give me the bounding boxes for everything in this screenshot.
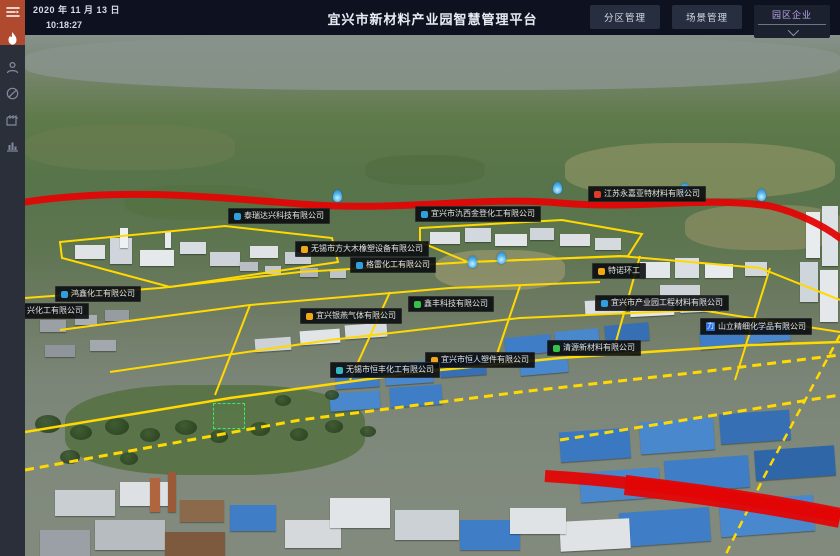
company-marker-icon bbox=[414, 301, 421, 308]
company-marker-icon bbox=[356, 262, 363, 269]
company-marker-icon bbox=[61, 291, 68, 298]
company-marker-icon bbox=[336, 367, 343, 374]
globe-icon[interactable] bbox=[0, 83, 25, 103]
company-label[interactable]: 力山立精细化学品有限公司 bbox=[700, 318, 812, 335]
company-marker-icon bbox=[598, 268, 605, 275]
gas-flame-marker[interactable] bbox=[497, 252, 506, 264]
company-label-text: 兴化工有限公司 bbox=[27, 307, 83, 315]
company-label[interactable]: 清源新材料有限公司 bbox=[547, 340, 641, 356]
sidebar bbox=[0, 0, 25, 556]
bar-chart-icon[interactable] bbox=[0, 135, 25, 155]
selection-rectangle[interactable] bbox=[213, 403, 245, 429]
company-marker-icon bbox=[234, 213, 241, 220]
company-label[interactable]: 宜兴市产业园工程材料有限公司 bbox=[595, 295, 729, 311]
company-label-text: 山立精细化学品有限公司 bbox=[718, 323, 806, 331]
company-marker-icon bbox=[306, 313, 313, 320]
park-enterprise-dropdown[interactable]: 园区企业 bbox=[754, 5, 830, 38]
company-label[interactable]: 泰瑞达兴科技有限公司 bbox=[228, 208, 330, 224]
company-label[interactable]: 特诺环工 bbox=[592, 263, 646, 279]
company-label[interactable]: 宜兴银燕气体有限公司 bbox=[300, 308, 402, 324]
company-label[interactable]: 无锡市方大木橡塑设备有限公司 bbox=[295, 241, 429, 257]
company-label[interactable]: 格雷化工有限公司 bbox=[350, 257, 436, 273]
gas-flame-marker[interactable] bbox=[468, 256, 477, 268]
company-label-text: 鸿鑫化工有限公司 bbox=[71, 290, 135, 298]
scene-manage-button[interactable]: 场景管理 bbox=[672, 5, 742, 29]
company-label[interactable]: 宜兴市氿西金登化工有限公司 bbox=[415, 206, 541, 222]
company-label[interactable]: 无锡市恒丰化工有限公司 bbox=[330, 362, 440, 378]
flame-icon[interactable] bbox=[0, 29, 25, 49]
top-header: 2020 年 11 月 13 日 10:18:27 宜兴市新材料产业园智慧管理平… bbox=[25, 0, 840, 35]
company-label[interactable]: 宜兴市恒人塑件有限公司 bbox=[425, 352, 535, 368]
company-label-text: 宜兴市氿西金登化工有限公司 bbox=[431, 210, 535, 218]
map-3d-view[interactable]: 泰瑞达兴科技有限公司 宜兴市氿西金登化工有限公司 江苏永嘉亚特材料有限公司无锡市方大… bbox=[25, 35, 840, 556]
company-label-text: 清源新材料有限公司 bbox=[563, 344, 635, 352]
company-marker-icon bbox=[601, 300, 608, 307]
company-label[interactable]: 江苏永嘉亚特材料有限公司 bbox=[588, 186, 706, 202]
company-label-text: 特诺环工 bbox=[608, 267, 640, 275]
company-label-text: 无锡市恒丰化工有限公司 bbox=[346, 366, 434, 374]
company-logo-icon: 力 bbox=[706, 322, 715, 331]
company-label-text: 江苏永嘉亚特材料有限公司 bbox=[604, 190, 700, 198]
company-label[interactable]: 兴化工有限公司 bbox=[25, 303, 89, 319]
zone-manage-button[interactable]: 分区管理 bbox=[590, 5, 660, 29]
gas-flame-marker[interactable] bbox=[757, 189, 766, 201]
menu-icon[interactable] bbox=[0, 2, 25, 22]
company-label-text: 宜兴市产业园工程材料有限公司 bbox=[611, 299, 723, 307]
chevron-down-icon bbox=[788, 25, 799, 36]
company-label-text: 泰瑞达兴科技有限公司 bbox=[244, 212, 324, 220]
factory-icon[interactable] bbox=[0, 109, 25, 129]
user-icon[interactable] bbox=[0, 57, 25, 77]
company-marker-icon bbox=[301, 246, 308, 253]
company-label-text: 宜兴市恒人塑件有限公司 bbox=[441, 356, 529, 364]
company-marker-icon bbox=[553, 345, 560, 352]
company-label-text: 鑫丰科技有限公司 bbox=[424, 300, 488, 308]
app-root: 2020 年 11 月 13 日 10:18:27 宜兴市新材料产业园智慧管理平… bbox=[0, 0, 840, 556]
company-label-text: 宜兴银燕气体有限公司 bbox=[316, 312, 396, 320]
company-label-text: 格雷化工有限公司 bbox=[366, 261, 430, 269]
company-label-text: 无锡市方大木橡塑设备有限公司 bbox=[311, 245, 423, 253]
park-enterprise-dropdown-label: 园区企业 bbox=[758, 8, 826, 25]
company-label[interactable]: 鑫丰科技有限公司 bbox=[408, 296, 494, 312]
gas-flame-marker[interactable] bbox=[333, 190, 342, 202]
company-marker-icon bbox=[594, 191, 601, 198]
company-marker-icon bbox=[421, 211, 428, 218]
company-label[interactable]: 鸿鑫化工有限公司 bbox=[55, 286, 141, 302]
gas-flame-marker[interactable] bbox=[553, 182, 562, 194]
